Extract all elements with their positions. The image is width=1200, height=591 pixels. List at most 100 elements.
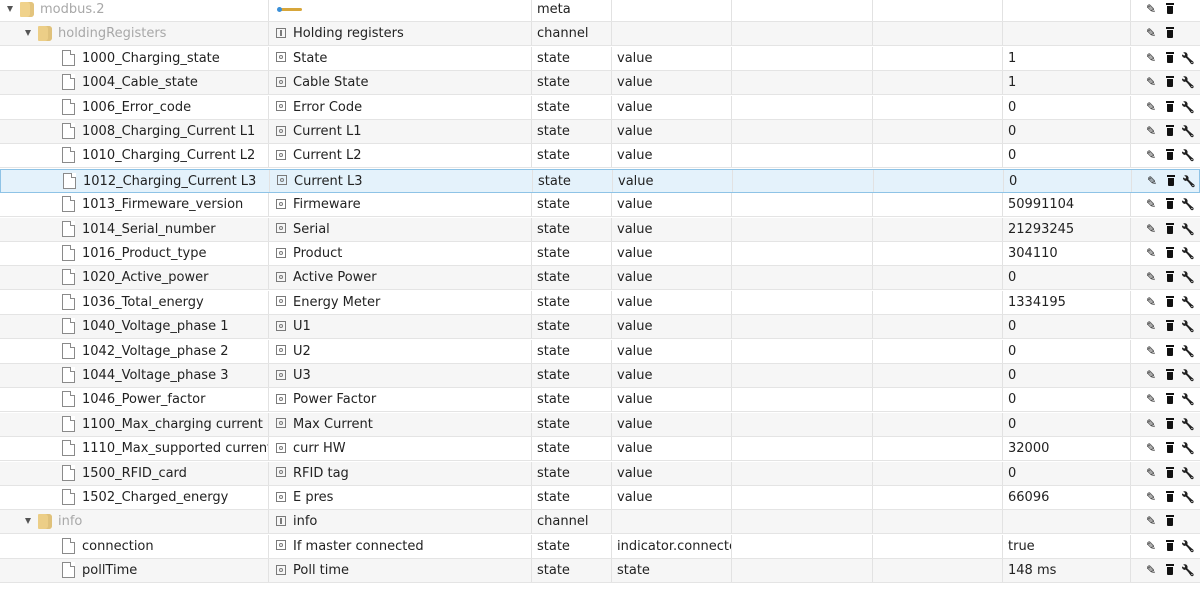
pencil-icon[interactable]: ✎ <box>1142 535 1160 558</box>
expand-toggle-icon[interactable] <box>7 6 13 12</box>
tree-state-row[interactable]: 1042_Voltage_phase 2 U2 state value 0 ✎ 🔧 <box>0 339 1200 364</box>
pencil-icon[interactable]: ✎ <box>1142 486 1160 509</box>
id-cell[interactable]: 1004_Cable_state <box>0 71 268 94</box>
trash-icon[interactable] <box>1161 291 1179 314</box>
tree-state-row[interactable]: 1020_Active_power Active Power state value 0… <box>0 266 1200 291</box>
wrench-icon[interactable]: 🔧 <box>1179 193 1197 216</box>
wrench-icon[interactable]: 🔧 <box>1179 437 1197 460</box>
wrench-icon[interactable]: 🔧 <box>1179 364 1197 387</box>
value-cell[interactable]: 0 <box>1002 266 1130 289</box>
value-cell[interactable]: 0 <box>1002 144 1130 167</box>
tree-state-row[interactable]: 1016_Product_type Product state value 304110… <box>0 242 1200 266</box>
tree-state-row[interactable]: 1502_Charged_energy E pres state value 66096… <box>0 486 1200 510</box>
id-cell[interactable]: 1012_Charging_Current L3 <box>1 170 269 193</box>
trash-icon[interactable] <box>1161 266 1179 289</box>
trash-icon[interactable] <box>1161 22 1179 45</box>
trash-icon[interactable] <box>1161 388 1179 411</box>
value-cell[interactable] <box>1002 510 1130 533</box>
value-cell[interactable]: 0 <box>1002 120 1130 143</box>
wrench-icon[interactable]: 🔧 <box>1179 218 1197 241</box>
tree-state-row[interactable]: 1044_Voltage_phase 3 U3 state value 0 ✎ 🔧 <box>0 364 1200 388</box>
id-cell[interactable]: 1016_Product_type <box>0 242 268 265</box>
id-cell[interactable]: info <box>0 510 268 533</box>
wrench-icon[interactable]: 🔧 <box>1179 413 1197 436</box>
tree-state-row[interactable]: 1100_Max_charging current Max Current stat… <box>0 412 1200 437</box>
pencil-icon[interactable]: ✎ <box>1142 96 1160 119</box>
trash-icon[interactable] <box>1161 486 1179 509</box>
pencil-icon[interactable]: ✎ <box>1142 559 1160 582</box>
value-cell[interactable]: 0 <box>1002 388 1130 411</box>
pencil-icon[interactable]: ✎ <box>1142 462 1160 485</box>
id-cell[interactable]: 1020_Active_power <box>0 266 268 289</box>
pencil-icon[interactable]: ✎ <box>1142 364 1160 387</box>
value-cell[interactable]: 0 <box>1002 96 1130 119</box>
pencil-icon[interactable]: ✎ <box>1142 437 1160 460</box>
pencil-icon[interactable]: ✎ <box>1142 0 1160 21</box>
id-cell[interactable]: 1100_Max_charging current <box>0 413 268 436</box>
wrench-icon[interactable]: 🔧 <box>1180 170 1198 193</box>
pencil-icon[interactable]: ✎ <box>1142 120 1160 143</box>
trash-icon[interactable] <box>1161 462 1179 485</box>
id-cell[interactable]: 1006_Error_code <box>0 96 268 119</box>
trash-icon[interactable] <box>1161 340 1179 363</box>
id-cell[interactable]: 1014_Serial_number <box>0 218 268 241</box>
pencil-icon[interactable]: ✎ <box>1142 71 1160 94</box>
wrench-icon[interactable]: 🔧 <box>1179 71 1197 94</box>
trash-icon[interactable] <box>1161 510 1179 533</box>
tree-folder-row[interactable]: holdingRegisters Holding registers channel… <box>0 22 1200 47</box>
id-cell[interactable]: holdingRegisters <box>0 22 268 45</box>
tree-state-row[interactable]: 1036_Total_energy Energy Meter state value 1… <box>0 290 1200 315</box>
value-cell[interactable]: 0 <box>1002 340 1130 363</box>
trash-icon[interactable] <box>1161 559 1179 582</box>
value-cell[interactable]: true <box>1002 535 1130 558</box>
value-cell[interactable]: 66096 <box>1002 486 1130 509</box>
wrench-icon[interactable]: 🔧 <box>1179 462 1197 485</box>
tree-state-row[interactable]: 1000_Charging_state State state value 1 ✎ 🔧 <box>0 46 1200 71</box>
pencil-icon[interactable]: ✎ <box>1142 144 1160 167</box>
value-cell[interactable] <box>1002 0 1130 21</box>
pencil-icon[interactable]: ✎ <box>1142 388 1160 411</box>
wrench-icon[interactable]: 🔧 <box>1179 144 1197 167</box>
wrench-icon[interactable]: 🔧 <box>1179 486 1197 509</box>
id-cell[interactable]: pollTime <box>0 559 268 582</box>
tree-folder-row[interactable]: modbus.2 meta ✎ <box>0 0 1200 22</box>
tree-folder-row[interactable]: info info channel ✎ <box>0 510 1200 535</box>
trash-icon[interactable] <box>1161 315 1179 338</box>
value-cell[interactable]: 304110 <box>1002 242 1130 265</box>
wrench-icon[interactable]: 🔧 <box>1179 535 1197 558</box>
value-cell[interactable]: 50991104 <box>1002 193 1130 216</box>
trash-icon[interactable] <box>1161 0 1179 21</box>
tree-state-row[interactable]: 1012_Charging_Current L3 Current L3 state v… <box>0 168 1200 193</box>
value-cell[interactable]: 0 <box>1002 413 1130 436</box>
tree-state-row[interactable]: 1110_Max_supported current curr HW state va… <box>0 437 1200 462</box>
trash-icon[interactable] <box>1161 413 1179 436</box>
value-cell[interactable]: 0 <box>1002 364 1130 387</box>
expand-toggle-icon[interactable] <box>25 518 31 525</box>
value-cell[interactable]: 32000 <box>1002 437 1130 460</box>
wrench-icon[interactable]: 🔧 <box>1179 388 1197 411</box>
id-cell[interactable]: modbus.2 <box>0 0 268 21</box>
value-cell[interactable]: 0 <box>1003 170 1131 193</box>
tree-state-row[interactable]: 1046_Power_factor Power Factor state value 0… <box>0 388 1200 413</box>
value-cell[interactable]: 1334195 <box>1002 291 1130 314</box>
trash-icon[interactable] <box>1161 242 1179 265</box>
wrench-icon[interactable]: 🔧 <box>1179 96 1197 119</box>
trash-icon[interactable] <box>1161 144 1179 167</box>
value-cell[interactable]: 0 <box>1002 462 1130 485</box>
value-cell[interactable]: 1 <box>1002 71 1130 94</box>
trash-icon[interactable] <box>1161 535 1179 558</box>
tree-state-row[interactable]: connection If master connected state indica… <box>0 534 1200 559</box>
id-cell[interactable]: 1013_Firmeware_version <box>0 193 268 216</box>
tree-state-row[interactable]: 1040_Voltage_phase 1 U1 state value 0 ✎ 🔧 <box>0 315 1200 340</box>
tree-state-row[interactable]: 1500_RFID_card RFID tag state value 0 ✎ 🔧 <box>0 461 1200 486</box>
trash-icon[interactable] <box>1161 96 1179 119</box>
id-cell[interactable]: 1010_Charging_Current L2 <box>0 144 268 167</box>
pencil-icon[interactable]: ✎ <box>1142 510 1160 533</box>
pencil-icon[interactable]: ✎ <box>1142 340 1160 363</box>
wrench-icon[interactable]: 🔧 <box>1179 242 1197 265</box>
wrench-icon[interactable]: 🔧 <box>1179 47 1197 70</box>
tree-state-row[interactable]: 1013_Firmeware_version Firmeware state valu… <box>0 193 1200 218</box>
tree-state-row[interactable]: pollTime Poll time state state 148 ms ✎ 🔧 <box>0 559 1200 584</box>
id-cell[interactable]: 1008_Charging_Current L1 <box>0 120 268 143</box>
trash-icon[interactable] <box>1161 47 1179 70</box>
